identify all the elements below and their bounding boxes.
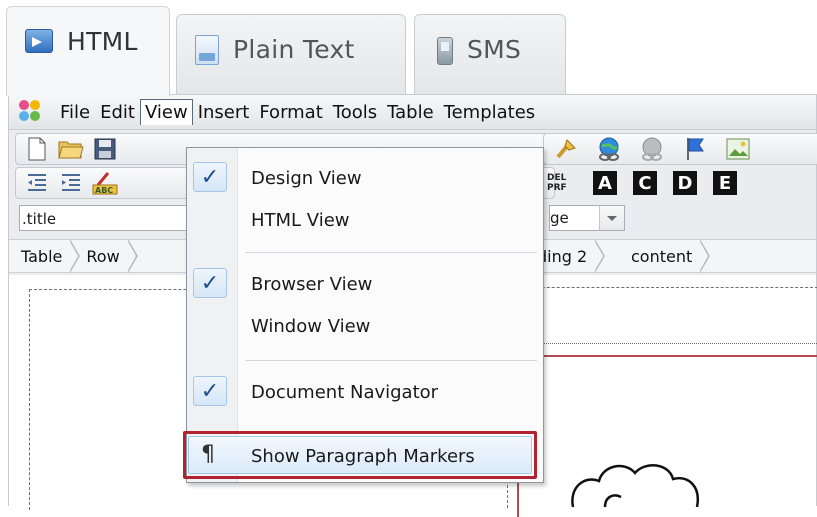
spellcheck-icon[interactable]: ABC <box>91 170 119 196</box>
tab-plain-text[interactable]: Plain Text <box>176 14 406 94</box>
document-type-tabs: HTML Plain Text SMS <box>0 0 817 96</box>
del-label: DEL <box>547 173 567 183</box>
tab-html-label: HTML <box>67 27 138 56</box>
del-prf-button[interactable]: DEL PRF <box>547 173 575 193</box>
checkmark-icon: ✓ <box>193 162 227 192</box>
letter-d-button[interactable]: D <box>673 171 697 195</box>
breadcrumb-item-content[interactable]: content <box>623 239 714 273</box>
breadcrumb-item-row[interactable]: Row <box>84 239 141 273</box>
indent-icon[interactable] <box>57 170 85 196</box>
menu-insert[interactable]: Insert <box>193 99 255 126</box>
menu-separator <box>245 360 537 361</box>
breadcrumb-label: ding 2 <box>537 246 588 266</box>
style-dropdown[interactable]: ge <box>549 205 625 231</box>
phone-icon <box>437 37 453 65</box>
menu-separator <box>245 252 537 253</box>
letter-a-button[interactable]: A <box>593 171 617 195</box>
brush-icon[interactable] <box>552 136 580 162</box>
menu-file[interactable]: File <box>55 99 95 126</box>
document-icon <box>195 35 219 65</box>
link-globe-icon[interactable] <box>595 136 623 162</box>
svg-text:ABC: ABC <box>95 186 113 195</box>
tab-sms-label: SMS <box>467 35 522 64</box>
menu-item-show-paragraph-markers[interactable]: ¶ Show Paragraph Markers <box>187 436 543 476</box>
toolbar-group-insert <box>543 133 817 165</box>
open-folder-icon[interactable] <box>57 136 85 162</box>
outdent-icon[interactable] <box>23 170 51 196</box>
pilcrow-icon: ¶ <box>201 442 215 467</box>
tab-sms[interactable]: SMS <box>414 14 566 94</box>
prf-label: PRF <box>547 183 567 193</box>
menu-item-html-view[interactable]: HTML View <box>187 200 543 240</box>
divider <box>507 343 817 344</box>
checkmark-icon: ✓ <box>193 376 227 406</box>
style-dropdown-value: ge <box>550 209 569 227</box>
breadcrumb-label: content <box>631 246 693 266</box>
menu-item-label: Design View <box>251 167 362 189</box>
menu-table[interactable]: Table <box>382 99 439 126</box>
chevron-down-icon[interactable] <box>599 206 624 230</box>
menu-view[interactable]: View <box>139 99 193 125</box>
menu-item-design-view[interactable]: ✓ Design View <box>187 158 543 198</box>
breadcrumb-item-table[interactable]: Table <box>9 239 84 273</box>
breadcrumb-label: Table <box>21 246 63 266</box>
breadcrumb-label: Row <box>86 246 120 266</box>
menu-templates[interactable]: Templates <box>439 99 541 126</box>
menu-item-document-navigator[interactable]: ✓ Document Navigator <box>187 372 543 412</box>
image-icon[interactable] <box>724 136 752 162</box>
app-logo-icon <box>19 100 45 124</box>
menu-item-browser-view[interactable]: ✓ Browser View <box>187 264 543 304</box>
letter-c-button[interactable]: C <box>633 171 657 195</box>
unlink-globe-icon[interactable] <box>638 136 666 162</box>
menubar: File Edit View Insert Format Tools Table… <box>9 95 816 130</box>
html-icon <box>25 29 53 53</box>
menu-format[interactable]: Format <box>254 99 327 126</box>
view-menu-dropdown: ✓ Design View HTML View ✓ Browser View W… <box>183 147 544 483</box>
toolbar-group-letters: DEL PRF A C D E <box>543 167 745 199</box>
checkmark-icon: ✓ <box>193 268 227 298</box>
menu-edit[interactable]: Edit <box>95 99 140 126</box>
letter-e-button[interactable]: E <box>713 171 737 195</box>
menu-item-label: Document Navigator <box>251 381 439 403</box>
anchor-flag-icon[interactable] <box>681 136 709 162</box>
tab-html[interactable]: HTML <box>6 6 170 96</box>
menu-item-window-view[interactable]: Window View <box>187 306 543 346</box>
menu-item-label: Window View <box>251 315 371 337</box>
menu-item-label: Show Paragraph Markers <box>251 445 475 467</box>
menu-item-label: Browser View <box>251 273 373 295</box>
menu-item-label: HTML View <box>251 209 350 231</box>
menu-tools[interactable]: Tools <box>328 99 382 126</box>
save-icon[interactable] <box>91 136 119 162</box>
new-document-icon[interactable] <box>23 136 51 162</box>
tab-plain-text-label: Plain Text <box>233 35 355 64</box>
cloud-illustration-icon <box>571 464 700 507</box>
